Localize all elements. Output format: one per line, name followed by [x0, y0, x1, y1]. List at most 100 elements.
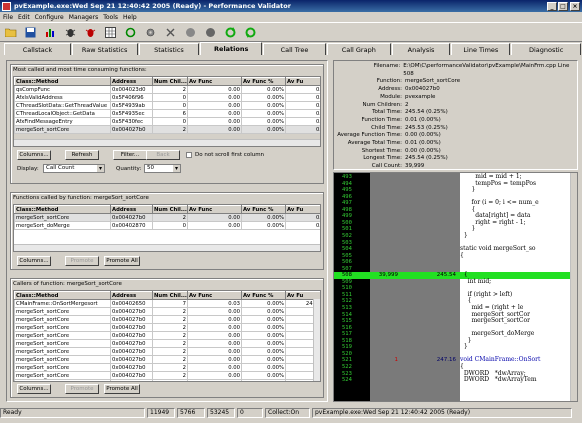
table-row[interactable]: CMainFrame::OnSortMergesort 0x00402650 7 0.… [14, 299, 320, 308]
tab-call-graph[interactable]: Call Graph [326, 43, 391, 55]
table-row[interactable]: mergeSort_sortCore0x004027b020.000.00%0. [14, 355, 320, 364]
table-row[interactable]: mergeSort_sortCore0x004027b020.000.00%0. [14, 125, 320, 134]
tab-line-times[interactable]: Line Times [451, 43, 511, 55]
column-header[interactable]: Av Func [187, 205, 242, 214]
menu-edit[interactable]: Edit [18, 14, 30, 21]
table-row[interactable]: mergeSort_sortCore0x004027b020.000.00%0. [14, 339, 320, 348]
called-by-table[interactable]: Class::Method Address Num Chil... Av Func Av… [13, 204, 321, 252]
table-cell: 0x004027b0 [110, 371, 153, 380]
table-cell: mergeSort_sortCore [14, 339, 111, 348]
table-cell: 0.00 [187, 307, 242, 316]
column-header[interactable]: Av Func % [241, 77, 286, 86]
column-header[interactable]: Address [110, 291, 153, 300]
horizontal-scrollbar[interactable] [14, 244, 320, 251]
most-called-table[interactable]: Class::Method Address Num Chil... Av Func Av… [13, 76, 321, 147]
column-header[interactable]: Av Func % [241, 291, 286, 300]
column-header[interactable]: Num Chil... [152, 291, 188, 300]
table-row[interactable]: mergeSort_sortCore0x004027b020.000.00%0. [14, 331, 320, 340]
table-row[interactable]: CThreadSlotData::GetThreadValue 0x5F4939a… [14, 101, 320, 110]
table-row[interactable]: AfxFindMessageEntry 0x5F430fec 0 0.00 0.00% 0… [14, 117, 320, 126]
tab-callstack[interactable]: Callstack [4, 43, 71, 55]
table-row[interactable]: mergeSort_sortCore0x004027b020.000.00%0. [14, 307, 320, 316]
table-row[interactable]: mergeSort_sortCore0x004027b020.000.00%0. [14, 363, 320, 372]
column-header[interactable]: Class::Method [14, 77, 111, 86]
promote-button[interactable]: Promote [65, 384, 99, 394]
refresh-button[interactable]: Refresh [65, 150, 99, 160]
column-header[interactable]: Num Chil... [152, 77, 188, 86]
vertical-scrollbar[interactable] [313, 299, 320, 381]
scroll-first-column-checkbox[interactable] [186, 152, 192, 158]
save-icon[interactable] [24, 26, 37, 39]
minimize-button[interactable]: _ [547, 1, 557, 11]
settings-icon[interactable] [144, 26, 157, 39]
table-row[interactable]: mergeSort_doMerge 0x00402870 0 0.00 0.00% 0. [14, 221, 320, 230]
line-count: 1 [394, 357, 399, 364]
bug-icon[interactable] [64, 26, 77, 39]
column-header[interactable]: Av Func [187, 291, 242, 300]
maximize-button[interactable]: □ [558, 1, 568, 11]
column-header[interactable]: Av Fu [285, 77, 320, 86]
source-code-viewer[interactable]: 493 mid = mid + 1; 494 tempPos = tempPos 4… [333, 172, 578, 402]
column-header[interactable]: Class::Method [14, 291, 111, 300]
column-header[interactable]: Address [110, 77, 153, 86]
columns-button[interactable]: Columns... [17, 384, 51, 394]
menu-tools[interactable]: Tools [103, 14, 118, 21]
menu-configure[interactable]: Configure [35, 14, 64, 21]
vertical-scrollbar[interactable] [570, 173, 577, 401]
table-cell: 0. [285, 221, 320, 230]
column-header[interactable]: Av Func % [241, 205, 286, 214]
tab-statistics[interactable]: Statistics [138, 43, 200, 55]
record-circle-icon[interactable] [184, 26, 197, 39]
open-folder-icon[interactable] [4, 26, 17, 39]
code-line: mergeSort_sortCor [460, 317, 530, 325]
table-row[interactable]: mergeSort_sortCore0x004027b020.000.00%0. [14, 315, 320, 324]
refresh-green-icon[interactable] [224, 26, 237, 39]
tab-relations[interactable]: Relations [200, 42, 263, 55]
column-header[interactable]: Av Func [187, 77, 242, 86]
columns-button[interactable]: Columns... [17, 150, 51, 160]
close-button[interactable]: × [570, 1, 580, 11]
table-row[interactable]: AfxIsValidAddress 0x5F406f96 0 0.00 0.00% 0. [14, 93, 320, 102]
horizontal-scrollbar[interactable] [14, 139, 320, 146]
column-header[interactable]: Av Fu [285, 205, 320, 214]
table-row[interactable]: mergeSort_sortCore0x004027b020.000.00%0. [14, 323, 320, 332]
stop-icon[interactable] [164, 26, 177, 39]
table-row[interactable]: mergeSort_sortCore0x004027b020.000.00%0. [14, 213, 320, 222]
column-header[interactable]: Address [110, 205, 153, 214]
tab-diagnostic[interactable]: Diagnostic [511, 43, 581, 55]
back-button[interactable]: Back [146, 150, 180, 160]
circle-icon[interactable] [204, 26, 217, 39]
promote-all-button[interactable]: Promote All [104, 256, 140, 266]
menu-managers[interactable]: Managers [69, 14, 98, 21]
callers-table[interactable]: Class::Method Address Num Chil... Av Func Av… [13, 290, 321, 382]
table-row[interactable]: mergeSort_sortCore0x004027b020.000.00%0. [14, 371, 320, 380]
called-by-title: Functions called by function: mergeSort_… [13, 195, 149, 201]
tab-analysis[interactable]: Analysis [391, 43, 451, 55]
bug-red-icon[interactable] [84, 26, 97, 39]
refresh-green-icon[interactable] [244, 26, 257, 39]
table-row[interactable]: mergeSort_sortCore0x004027b020.000.00%0. [14, 379, 320, 381]
info-key: Module: [380, 93, 402, 100]
menu-help[interactable]: Help [123, 14, 137, 21]
promote-button[interactable]: Promote [65, 256, 99, 266]
table-cell: 0x004027b0 [110, 323, 153, 332]
table-cell: 0.03 [187, 299, 242, 308]
column-header[interactable]: Class::Method [14, 205, 111, 214]
filter-button[interactable]: Filter... [113, 150, 147, 160]
quantity-select[interactable]: 50 [144, 164, 181, 173]
columns-button[interactable]: Columns... [17, 256, 51, 266]
table-row[interactable]: mergeSort_sortCore0x004027b020.000.00%0. [14, 347, 320, 356]
line-number: 512 [342, 298, 352, 305]
table-row[interactable]: CThreadLocalObject::GetData 0x5F4935ec 6 0.… [14, 109, 320, 118]
table-cell: 2 [152, 347, 188, 356]
tab-call-tree[interactable]: Call Tree [263, 43, 326, 55]
tab-raw-statistics[interactable]: Raw Statistics [71, 43, 138, 55]
refresh-icon[interactable] [124, 26, 137, 39]
chart-icon[interactable] [44, 26, 57, 39]
column-header[interactable]: Num Chil... [152, 205, 188, 214]
grid-icon[interactable] [104, 26, 117, 39]
promote-all-button[interactable]: Promote All [104, 384, 140, 394]
display-select[interactable]: Call Count [43, 164, 105, 173]
menu-file[interactable]: File [3, 14, 13, 21]
table-row[interactable]: qsCompFunc 0x004023d0 2 0.00 0.00% 0. [14, 85, 320, 94]
